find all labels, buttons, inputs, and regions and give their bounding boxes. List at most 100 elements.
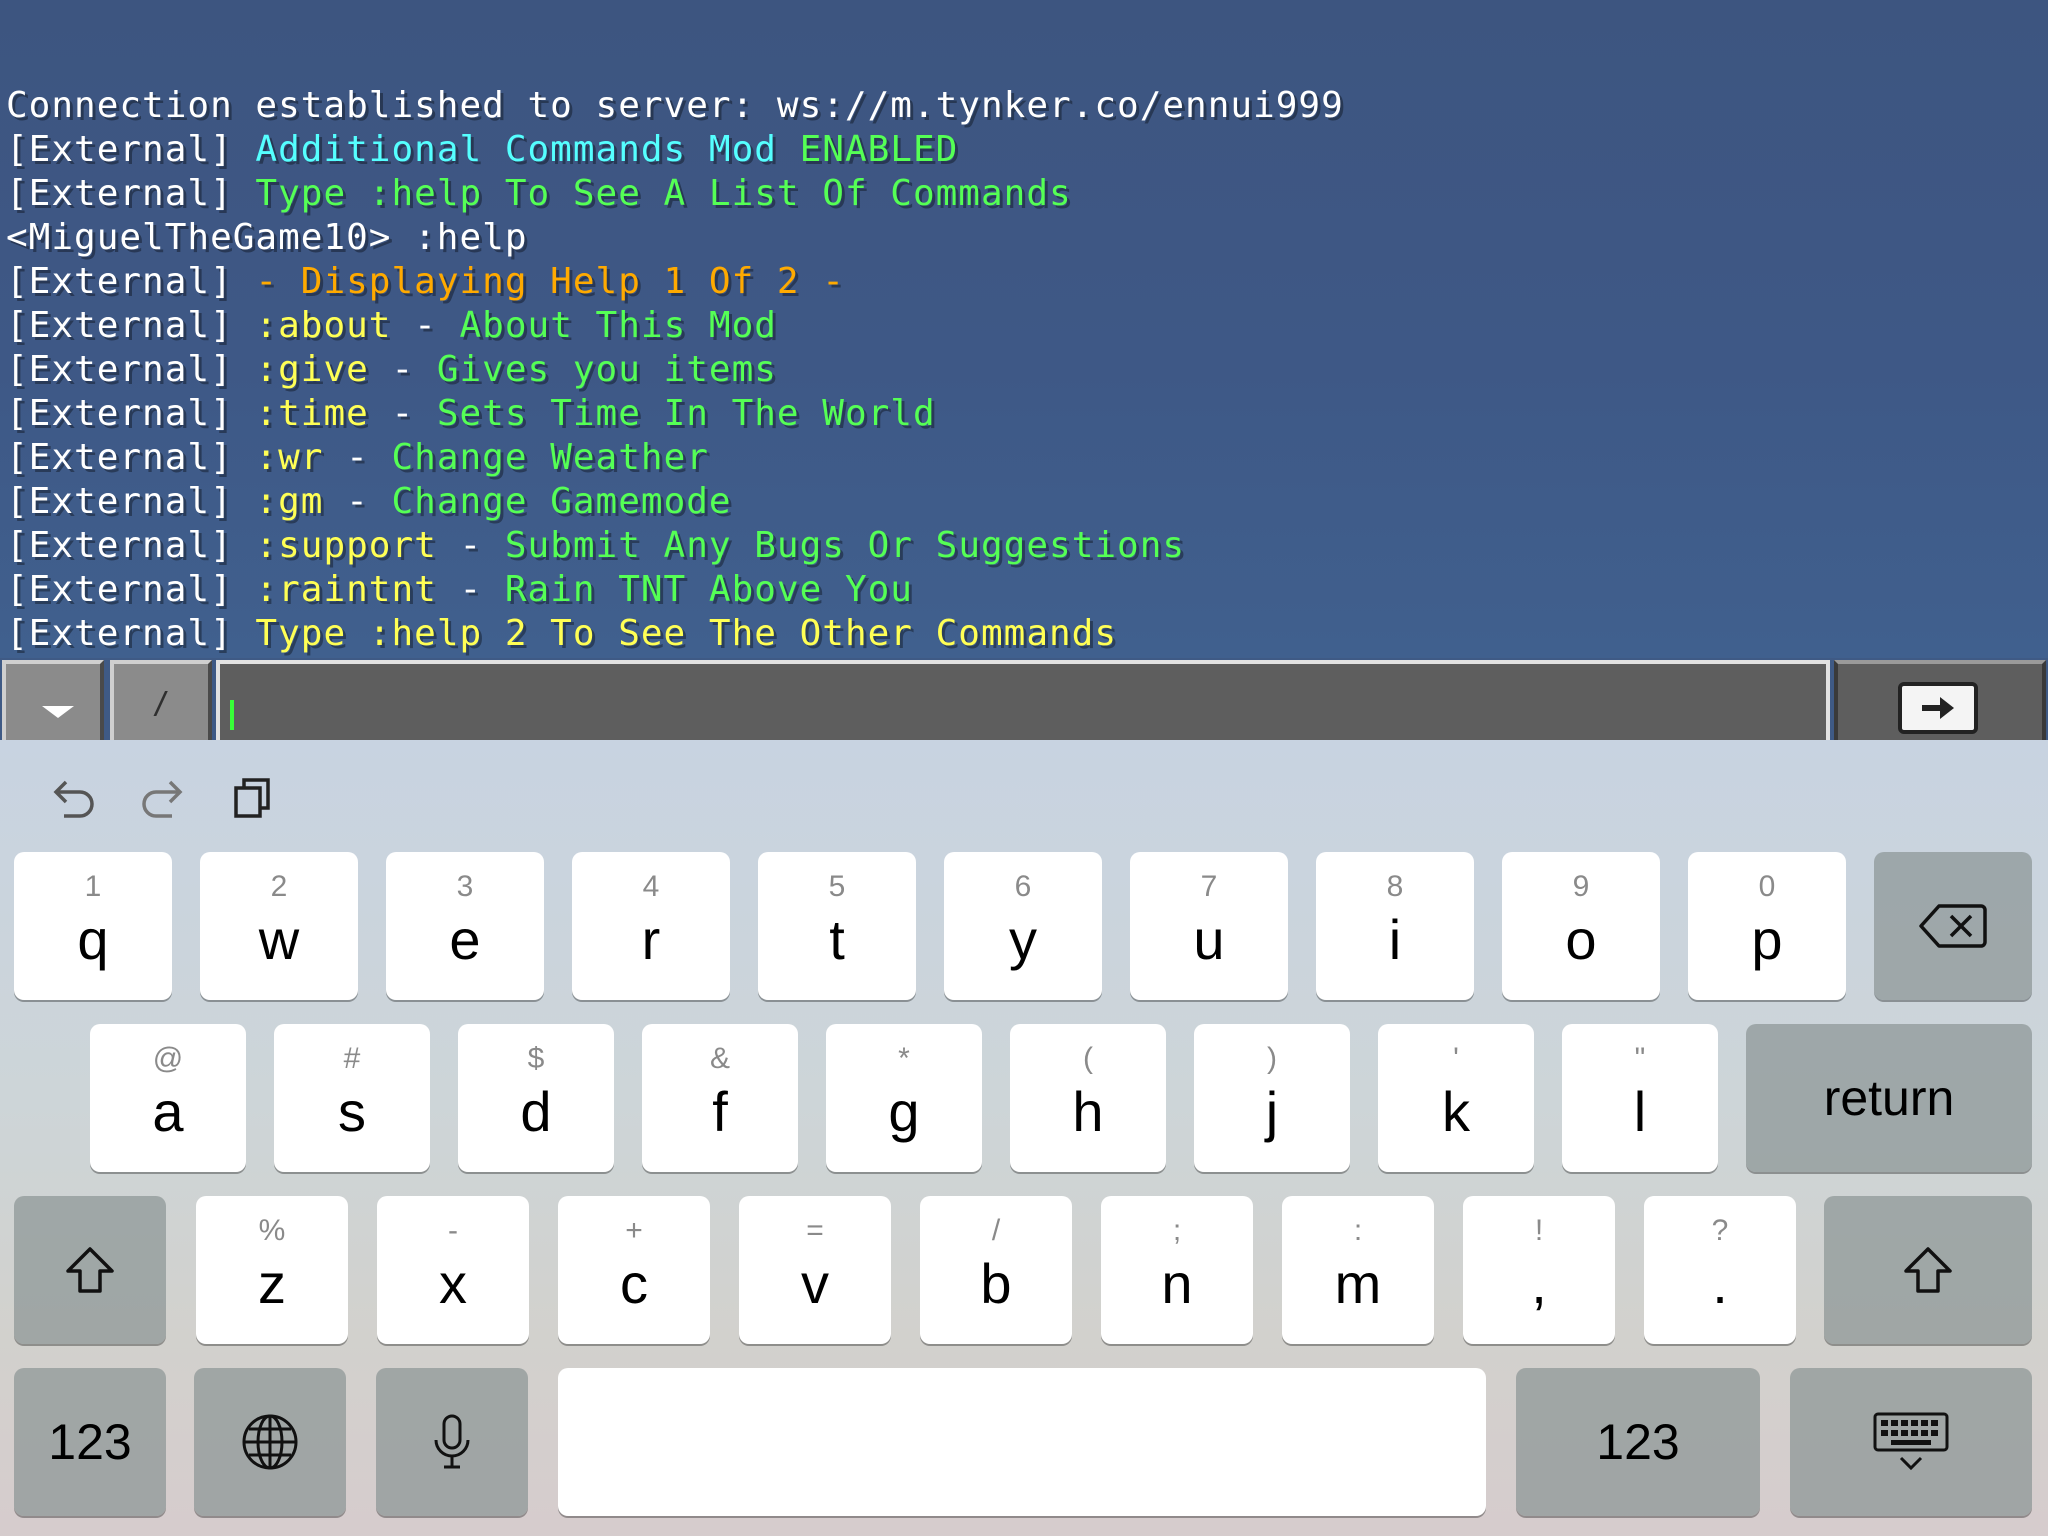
key-label: a: [152, 1080, 184, 1143]
toggle-button[interactable]: [2, 660, 104, 740]
key-i[interactable]: 8i: [1316, 852, 1474, 1000]
space-key[interactable]: [558, 1368, 1486, 1516]
key-label: l: [1633, 1080, 1647, 1143]
chat-line: [External] Type :help To See A List Of C…: [6, 172, 1706, 216]
redo-icon[interactable]: [136, 770, 192, 826]
key-period[interactable]: ?.: [1644, 1196, 1796, 1344]
numbers-key-right[interactable]: 123: [1516, 1368, 1760, 1516]
key-f[interactable]: & f: [642, 1024, 798, 1172]
key-label: b: [980, 1252, 1012, 1315]
shift-key-right[interactable]: [1824, 1196, 2032, 1344]
key-h[interactable]: (h: [1010, 1024, 1166, 1172]
chat-input[interactable]: [216, 660, 1830, 740]
numbers-key-left[interactable]: 123: [14, 1368, 166, 1516]
slash-command-button[interactable]: /: [110, 660, 212, 740]
space-label: [558, 1368, 1486, 1516]
chat-segment: [External]: [6, 349, 256, 390]
key-label: q: [77, 908, 109, 971]
key-label: t: [829, 908, 845, 971]
chat-segment: [External]: [6, 569, 256, 610]
key-alt-label: ': [1453, 1042, 1459, 1075]
key-alt-label: ;: [1172, 1214, 1182, 1247]
chat-segment: :give: [255, 349, 369, 390]
key-w[interactable]: 2w: [200, 852, 358, 1000]
chevron-down-icon: [42, 706, 74, 718]
key-j[interactable]: ) j: [1194, 1024, 1350, 1172]
key-p[interactable]: 0p: [1688, 852, 1846, 1000]
hide-keyboard-key[interactable]: [1790, 1368, 2032, 1516]
chat-line: [External] Type :help 2 To See The Other…: [6, 612, 1706, 656]
return-key[interactable]: return: [1746, 1024, 2032, 1172]
key-q[interactable]: 1q: [14, 852, 172, 1000]
key-y[interactable]: 6y: [944, 852, 1102, 1000]
chat-segment: :time: [255, 393, 369, 434]
key-l[interactable]: " l: [1562, 1024, 1718, 1172]
key-a[interactable]: @ a: [90, 1024, 246, 1172]
chat-line: [External] :gm - Change Gamemode: [6, 480, 1706, 524]
chat-segment: [External]: [6, 481, 256, 522]
key-alt-label: $: [527, 1042, 545, 1075]
shift-key-left[interactable]: [14, 1196, 166, 1344]
key-n[interactable]: ; n: [1101, 1196, 1253, 1344]
key-alt-label: (: [1083, 1042, 1093, 1075]
key-alt-label: -: [448, 1214, 458, 1247]
keyboard-dismiss-icon: [1790, 1368, 2032, 1516]
globe-key[interactable]: [194, 1368, 346, 1516]
chat-segment: ENABLED: [799, 129, 959, 170]
arrow-right-icon: [1898, 682, 1978, 734]
key-label: .: [1712, 1252, 1728, 1315]
key-alt-label: 1: [84, 870, 102, 903]
key-e[interactable]: 3e: [386, 852, 544, 1000]
key-alt-label: /: [991, 1214, 1001, 1247]
send-button[interactable]: [1834, 660, 2046, 740]
key-u[interactable]: 7u: [1130, 852, 1288, 1000]
backspace-icon: [1874, 852, 2032, 1000]
key-alt-label: 4: [642, 870, 660, 903]
key-label: v: [801, 1252, 829, 1315]
chat-segment: :gm: [255, 481, 324, 522]
key-label: h: [1072, 1080, 1104, 1143]
key-alt-label: %: [258, 1214, 286, 1247]
microphone-key[interactable]: [376, 1368, 528, 1516]
return-label: return: [1823, 1070, 1955, 1126]
key-label: p: [1751, 908, 1783, 971]
key-alt-label: ": [1634, 1042, 1646, 1075]
undo-icon[interactable]: [44, 770, 100, 826]
chat-segment: Connection established to server: ws://m…: [6, 85, 1344, 126]
key-alt-label: #: [343, 1042, 361, 1075]
chat-segment: -: [368, 393, 437, 434]
key-g[interactable]: * g: [826, 1024, 982, 1172]
key-s[interactable]: # s: [274, 1024, 430, 1172]
key-t[interactable]: 5t: [758, 852, 916, 1000]
key-comma[interactable]: !,: [1463, 1196, 1615, 1344]
key-c[interactable]: + c: [558, 1196, 710, 1344]
key-alt-label: &: [709, 1042, 730, 1075]
chat-line: [External] :give - Gives you items: [6, 348, 1706, 392]
key-m[interactable]: :m: [1282, 1196, 1434, 1344]
key-r[interactable]: 4r: [572, 852, 730, 1000]
key-label: z: [258, 1252, 286, 1315]
chat-log: Connection established to server: ws://m…: [6, 84, 1706, 656]
key-b[interactable]: / b: [920, 1196, 1072, 1344]
chat-segment: [External]: [6, 173, 256, 214]
key-z[interactable]: % z: [196, 1196, 348, 1344]
chat-line: [External] Additional Commands Mod ENABL…: [6, 128, 1706, 172]
key-x[interactable]: -x: [377, 1196, 529, 1344]
clipboard-icon[interactable]: [226, 770, 282, 826]
backspace-key[interactable]: [1874, 852, 2032, 1000]
key-alt-label: +: [625, 1214, 643, 1247]
key-alt-label: ?: [1711, 1214, 1729, 1247]
chat-line: [External] :about - About This Mod: [6, 304, 1706, 348]
key-k[interactable]: ' k: [1378, 1024, 1534, 1172]
key-label: w: [258, 908, 300, 971]
key-label: g: [888, 1080, 920, 1143]
key-o[interactable]: 9o: [1502, 852, 1660, 1000]
chat-segment: Sets Time In The World: [436, 393, 936, 434]
chat-segment: :wr: [255, 437, 324, 478]
chat-segment: About This Mod: [459, 305, 777, 346]
chat-segment: Additional Commands Mod: [255, 129, 800, 170]
chat-line: <MiguelTheGame10> :help: [6, 216, 1706, 260]
key-d[interactable]: $ d: [458, 1024, 614, 1172]
chat-segment: Rain TNT Above You: [504, 569, 913, 610]
key-v[interactable]: = v: [739, 1196, 891, 1344]
